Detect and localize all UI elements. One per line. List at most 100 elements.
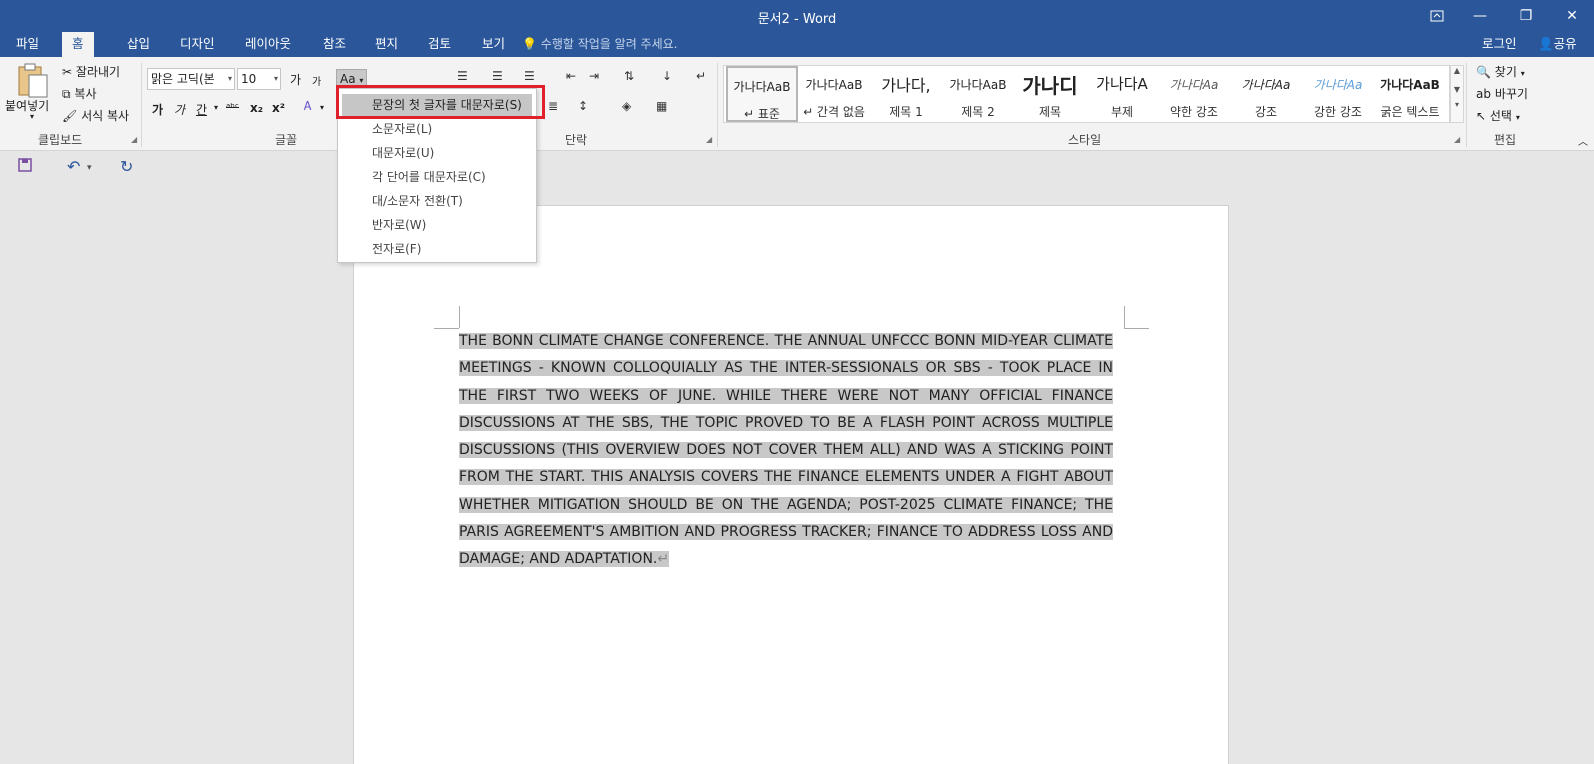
- menu-item-capitalize-each-word[interactable]: 각 단어를 대문자로(C): [342, 166, 532, 188]
- more-icon[interactable]: ▾: [1451, 100, 1463, 109]
- style-emphasis[interactable]: 가나다Aa 강조: [1230, 66, 1302, 122]
- chevron-down-icon: ▾: [1515, 113, 1520, 122]
- strikethrough-button[interactable]: ᵃᵇᶜ: [226, 101, 239, 114]
- paste-button[interactable]: 붙여넣기: [5, 97, 49, 114]
- undo-icon[interactable]: ↶: [67, 157, 80, 176]
- underline-button[interactable]: 간: [196, 101, 207, 118]
- margin-corner: [1124, 306, 1125, 328]
- text-effects-dropdown-icon[interactable]: ▾: [320, 103, 324, 112]
- replace-button[interactable]: ab 바꾸기: [1476, 85, 1528, 102]
- style-name: ↵ 표준: [744, 107, 780, 121]
- tab-design[interactable]: 디자인: [170, 32, 225, 57]
- share-button[interactable]: 👤공유: [1538, 32, 1577, 56]
- undo-dropdown-icon[interactable]: ▾: [87, 163, 92, 173]
- replace-label: 바꾸기: [1494, 87, 1528, 101]
- style-strong[interactable]: 가나다AaB 굵은 텍스트: [1374, 66, 1446, 122]
- shrink-font-button[interactable]: 가: [312, 73, 321, 88]
- collapse-ribbon-icon[interactable]: ︿: [1578, 133, 1588, 148]
- style-name: 강한 강조: [1314, 105, 1362, 119]
- style-heading-1[interactable]: 가나다, 제목 1: [870, 66, 942, 122]
- chevron-down-icon: ▾: [1520, 69, 1525, 78]
- style-heading-2[interactable]: 가나다AaB 제목 2: [942, 66, 1014, 122]
- numbering-icon[interactable]: ☰: [492, 69, 503, 83]
- menu-item-half-width[interactable]: 반자로(W): [342, 214, 532, 236]
- font-name-combo[interactable]: 맑은 고딕(본 ▾: [147, 68, 235, 90]
- tab-home[interactable]: 홈: [62, 32, 94, 57]
- clipboard-launcher-icon[interactable]: ◢: [131, 135, 137, 144]
- ribbon-tabs: 파일 홈 삽입 디자인 레이아웃 참조 편지 검토 보기 💡 수행할 작업을 알…: [0, 32, 1594, 57]
- style-subtle-emphasis[interactable]: 가나다Aa 약한 강조: [1158, 66, 1230, 122]
- redo-icon[interactable]: ↻: [120, 157, 133, 176]
- replace-icon: ab: [1476, 87, 1491, 101]
- multilevel-list-icon[interactable]: ☰: [524, 69, 535, 83]
- ribbon-display-options-icon[interactable]: [1414, 0, 1460, 32]
- decrease-indent-icon[interactable]: ⇤: [566, 69, 576, 83]
- tab-mailings[interactable]: 편지: [365, 32, 408, 57]
- style-sample: 가나다Aa: [1241, 78, 1291, 92]
- styles-launcher-icon[interactable]: ◢: [1454, 135, 1460, 144]
- separator: [1466, 63, 1467, 147]
- cut-button[interactable]: ✂ 잘라내기: [62, 63, 120, 80]
- select-button[interactable]: ↖ 선택 ▾: [1476, 107, 1520, 124]
- sort-icon[interactable]: ↓: [662, 69, 672, 83]
- gallery-scroll[interactable]: ▲ ▼ ▾: [1450, 65, 1464, 123]
- font-size-value: 10: [241, 72, 257, 86]
- margin-corner: [1124, 328, 1149, 329]
- tab-layout[interactable]: 레이아웃: [235, 32, 301, 57]
- style-title[interactable]: 가나디 제목: [1014, 66, 1086, 122]
- paragraph-group-label: 단락: [565, 133, 588, 147]
- show-marks-icon[interactable]: ↵: [696, 69, 706, 83]
- style-subtitle[interactable]: 가나다A 부제: [1086, 66, 1158, 122]
- bullets-icon[interactable]: ☰: [457, 69, 468, 83]
- styles-gallery: 가나다AaB ↵ 표준 가나다AaB ↵ 간격 없음 가나다, 제목 1 가나다AaB…: [723, 65, 1450, 123]
- clipboard-group-label: 클립보드: [38, 133, 83, 147]
- tell-me-search[interactable]: 💡 수행할 작업을 알려 주세요.: [522, 32, 677, 57]
- text-effects-icon[interactable]: Ꭺ: [304, 99, 312, 114]
- italic-button[interactable]: 가: [174, 101, 185, 118]
- format-painter-button[interactable]: 🖌 서식 복사: [62, 107, 129, 124]
- underline-dropdown-icon[interactable]: ▾: [214, 103, 218, 112]
- chevron-down-icon[interactable]: ▼: [1451, 85, 1463, 94]
- style-sample: 가나다Aa: [1169, 78, 1219, 92]
- login-link[interactable]: 로그인: [1482, 32, 1517, 56]
- style-intense-emphasis[interactable]: 가나다Aa 강한 강조: [1302, 66, 1374, 122]
- tab-insert[interactable]: 삽입: [117, 32, 160, 57]
- tab-references[interactable]: 참조: [313, 32, 356, 57]
- style-normal[interactable]: 가나다AaB ↵ 표준: [726, 66, 798, 122]
- paste-dropdown-icon[interactable]: ▾: [30, 112, 34, 121]
- increase-indent-icon[interactable]: ⇥: [589, 69, 599, 83]
- style-name: 약한 강조: [1170, 105, 1218, 119]
- menu-item-toggle-case[interactable]: 대/소문자 전환(T): [342, 190, 532, 212]
- subscript-button[interactable]: x₂: [250, 101, 263, 115]
- borders-icon[interactable]: ▦: [656, 99, 667, 113]
- font-group-label: 글꼴: [275, 133, 298, 147]
- tab-file[interactable]: 파일: [6, 32, 49, 57]
- grow-font-button[interactable]: 가: [290, 71, 301, 88]
- selected-text[interactable]: THE BONN CLIMATE CHANGE CONFERENCE. THE …: [459, 333, 1113, 568]
- font-size-combo[interactable]: 10 ▾: [237, 68, 281, 90]
- restore-button[interactable]: ❐: [1503, 0, 1549, 32]
- line-spacing-icon[interactable]: ↕: [578, 99, 588, 113]
- bold-button[interactable]: 가: [152, 101, 163, 118]
- menu-item-full-width[interactable]: 전자로(F): [342, 238, 532, 260]
- find-button[interactable]: 🔍 찾기 ▾: [1476, 63, 1525, 80]
- style-no-spacing[interactable]: 가나다AaB ↵ 간격 없음: [798, 66, 870, 122]
- tab-view[interactable]: 보기: [472, 32, 515, 57]
- chevron-down-icon: ▾: [273, 74, 278, 83]
- minimize-button[interactable]: —: [1457, 0, 1503, 32]
- paragraph-launcher-icon[interactable]: ◢: [706, 135, 712, 144]
- asian-layout-icon[interactable]: ⇅: [624, 69, 634, 83]
- document-page[interactable]: THE BONN CLIMATE CHANGE CONFERENCE. THE …: [353, 205, 1229, 764]
- close-button[interactable]: ✕: [1549, 0, 1594, 32]
- document-body[interactable]: THE BONN CLIMATE CHANGE CONFERENCE. THE …: [459, 328, 1113, 574]
- save-icon[interactable]: [18, 157, 32, 176]
- copy-icon: ⧉: [62, 87, 71, 101]
- chevron-up-icon[interactable]: ▲: [1451, 66, 1463, 75]
- copy-button[interactable]: ⧉ 복사: [62, 85, 97, 102]
- menu-item-uppercase[interactable]: 대문자로(U): [342, 142, 532, 164]
- justify-icon[interactable]: ≣: [548, 99, 558, 113]
- superscript-button[interactable]: x²: [272, 101, 285, 115]
- menu-item-lowercase[interactable]: 소문자로(L): [342, 118, 532, 140]
- shading-icon[interactable]: ◈: [622, 99, 631, 113]
- tab-review[interactable]: 검토: [418, 32, 461, 57]
